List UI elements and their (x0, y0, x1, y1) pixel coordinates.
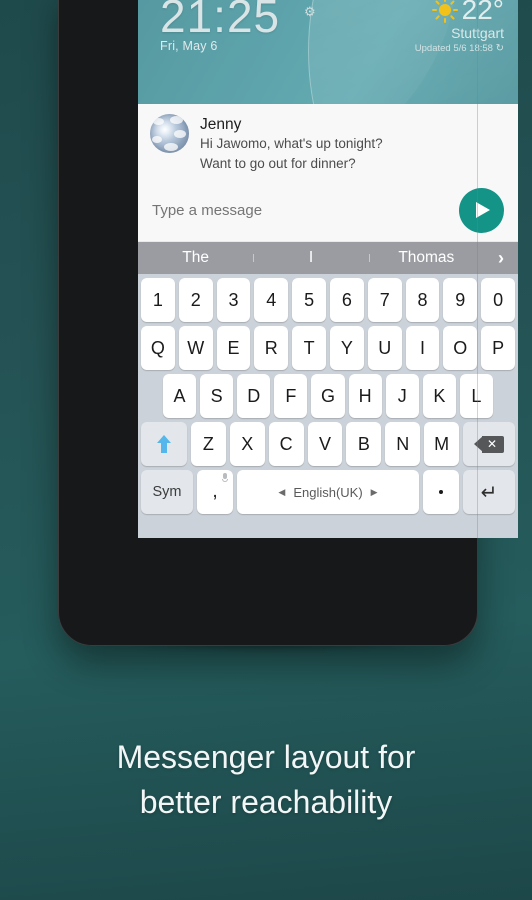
key-y[interactable]: Y (330, 326, 364, 370)
message-text-block: Jenny Hi Jawomo, what's up tonight? Want… (200, 114, 383, 174)
weather-updated-text: Updated 5/6 18:58 (414, 43, 493, 54)
key-s[interactable]: S (200, 374, 234, 418)
key-o[interactable]: O (443, 326, 478, 370)
sun-icon (431, 0, 458, 23)
space-language-label: English(UK) (293, 484, 363, 500)
message-sender: Jenny (200, 116, 242, 133)
key-2[interactable]: 2 (178, 278, 213, 322)
clock-time: 21:25 (160, 0, 281, 42)
keyboard-row-home: A S D F G H J K L (141, 374, 515, 418)
period-icon (439, 490, 443, 494)
key-4[interactable]: 4 (254, 278, 289, 322)
weather-temperature: 22° (461, 0, 504, 25)
avatar[interactable] (150, 114, 189, 153)
key-9[interactable]: 9 (443, 278, 478, 322)
keyboard-row-digits: 1 2 3 4 5 6 7 8 9 0 (141, 278, 515, 322)
key-j[interactable]: J (385, 374, 419, 418)
next-language-icon[interactable]: ▶ (371, 487, 378, 498)
phone-device-frame: 21:25 ⚙ Fri, May 6 22° Stuttgart Updated… (58, 0, 518, 646)
refresh-icon[interactable]: ↻ (496, 43, 504, 54)
caption-line-1: Messenger layout for (116, 739, 416, 775)
key-6[interactable]: 6 (330, 278, 364, 322)
key-a[interactable]: A (163, 374, 197, 418)
suggestion-item-2[interactable]: I (253, 249, 368, 267)
key-v[interactable]: V (307, 422, 343, 466)
weather-updated: Updated 5/6 18:58 ↻ (415, 43, 504, 54)
clock-widget[interactable]: 21:25 ⚙ Fri, May 6 (160, 0, 316, 53)
key-u[interactable]: U (367, 326, 402, 370)
keyboard-row-bottom-letters: Z X C V B N M ✕ (141, 422, 516, 466)
shift-key[interactable] (141, 422, 187, 466)
backspace-key[interactable]: ✕ (463, 422, 516, 466)
key-b[interactable]: B (346, 422, 382, 466)
lockscreen-wallpaper: 21:25 ⚙ Fri, May 6 22° Stuttgart Updated… (138, 0, 518, 104)
weather-temp-row: 22° (415, 0, 504, 24)
key-5[interactable]: 5 (292, 278, 326, 322)
suggestion-item-3[interactable]: Thomas (368, 249, 484, 267)
key-r[interactable]: R (254, 326, 289, 370)
key-g[interactable]: G (311, 374, 345, 418)
backspace-icon: ✕ (474, 435, 505, 453)
enter-key[interactable]: ↵ (463, 470, 515, 514)
key-i[interactable]: I (405, 326, 440, 370)
key-z[interactable]: Z (191, 422, 226, 466)
key-3[interactable]: 3 (216, 278, 251, 322)
key-q[interactable]: Q (141, 326, 175, 370)
caption-line-2: better reachability (139, 784, 393, 821)
key-8[interactable]: 8 (405, 278, 440, 322)
message-input[interactable] (152, 201, 459, 219)
key-l[interactable]: L (459, 374, 493, 418)
message-pane: Jenny Hi Jawomo, what's up tonight? Want… (138, 104, 518, 242)
caption: Messenger layout for better reachability (0, 735, 532, 826)
weather-city: Stuttgart (451, 25, 504, 41)
key-t[interactable]: T (292, 326, 326, 370)
key-c[interactable]: C (268, 422, 304, 466)
key-p[interactable]: P (481, 326, 515, 370)
suggestion-bar: The I Thomas › (138, 242, 518, 274)
gear-icon[interactable]: ⚙ (304, 4, 316, 20)
comma-key[interactable]: , (197, 470, 233, 514)
period-key[interactable] (423, 470, 459, 514)
key-w[interactable]: W (178, 326, 213, 370)
suggestion-item-1[interactable]: The (138, 249, 253, 267)
key-1[interactable]: 1 (141, 278, 175, 322)
key-d[interactable]: D (237, 374, 271, 418)
chevron-right-icon[interactable]: › (484, 248, 518, 269)
message-body-line-2: Want to go out for dinner? (200, 155, 356, 171)
key-e[interactable]: E (216, 326, 251, 370)
key-k[interactable]: K (422, 374, 456, 418)
keyboard-row-qwerty: Q W E R T Y U I O P (141, 326, 515, 370)
comma-label: , (212, 481, 218, 502)
prev-language-icon[interactable]: ◀ (278, 487, 285, 498)
phone-screen: 21:25 ⚙ Fri, May 6 22° Stuttgart Updated… (138, 0, 518, 538)
weather-widget[interactable]: 22° Stuttgart Updated 5/6 18:58 ↻ (415, 0, 504, 54)
message-row: Jenny Hi Jawomo, what's up tonight? Want… (138, 104, 518, 174)
key-n[interactable]: N (385, 422, 421, 466)
symbols-key[interactable]: Sym (141, 470, 193, 514)
shift-icon (156, 435, 172, 453)
key-f[interactable]: F (274, 374, 308, 418)
key-h[interactable]: H (348, 374, 382, 418)
key-m[interactable]: M (424, 422, 460, 466)
key-7[interactable]: 7 (367, 278, 402, 322)
key-0[interactable]: 0 (481, 278, 515, 322)
key-x[interactable]: X (229, 422, 265, 466)
mic-icon[interactable] (222, 473, 228, 483)
send-icon (476, 202, 490, 218)
keyboard-row-function: Sym , ◀ English(UK) ▶ ↵ (141, 470, 515, 514)
compose-row (138, 179, 518, 241)
keyboard: 1 2 3 4 5 6 7 8 9 0 Q W E R T Y U I O P … (138, 274, 518, 538)
space-key[interactable]: ◀ English(UK) ▶ (237, 470, 419, 514)
send-button[interactable] (459, 187, 504, 233)
message-body-line-1: Hi Jawomo, what's up tonight? (200, 136, 383, 152)
